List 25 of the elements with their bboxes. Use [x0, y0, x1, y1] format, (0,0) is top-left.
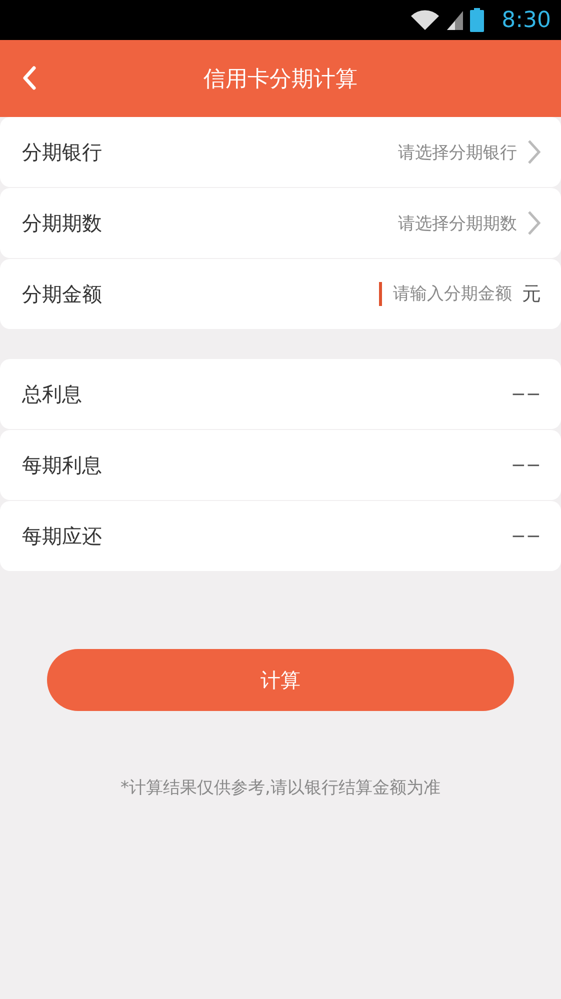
- amount-input-field[interactable]: 请输入分期金额: [379, 282, 512, 306]
- battery-icon: [470, 8, 484, 32]
- back-button[interactable]: [22, 66, 36, 90]
- wifi-icon: [410, 9, 440, 31]
- chevron-icon: [527, 210, 541, 236]
- signal-icon: [446, 9, 464, 31]
- row-label: 每期利息: [22, 452, 102, 478]
- result-value: −−: [510, 454, 541, 476]
- select-row[interactable]: 分期期数 请选择分期期数: [0, 188, 561, 258]
- status-time: 8:30: [502, 8, 551, 32]
- row-label: 总利息: [22, 380, 82, 408]
- select-placeholder: 请选择分期银行: [398, 142, 517, 164]
- unit-label: 元: [522, 282, 541, 307]
- result-value: −−: [510, 384, 541, 404]
- row-label: 分期银行: [22, 138, 102, 166]
- row-label: 分期金额: [22, 280, 102, 308]
- select-placeholder: 请选择分期期数: [398, 212, 517, 234]
- select-row[interactable]: 分期银行 请选择分期银行: [0, 117, 561, 187]
- chevron-icon: [527, 139, 541, 165]
- back-icon: [22, 66, 36, 90]
- row-label: 每期应还: [22, 522, 102, 550]
- result-value: −−: [510, 526, 541, 546]
- disclaimer-text: *计算结果仅供参考,请以银行结算金额为准: [120, 777, 442, 799]
- page-title: 信用卡分期计算: [204, 66, 358, 94]
- row-label: 分期期数: [22, 210, 102, 236]
